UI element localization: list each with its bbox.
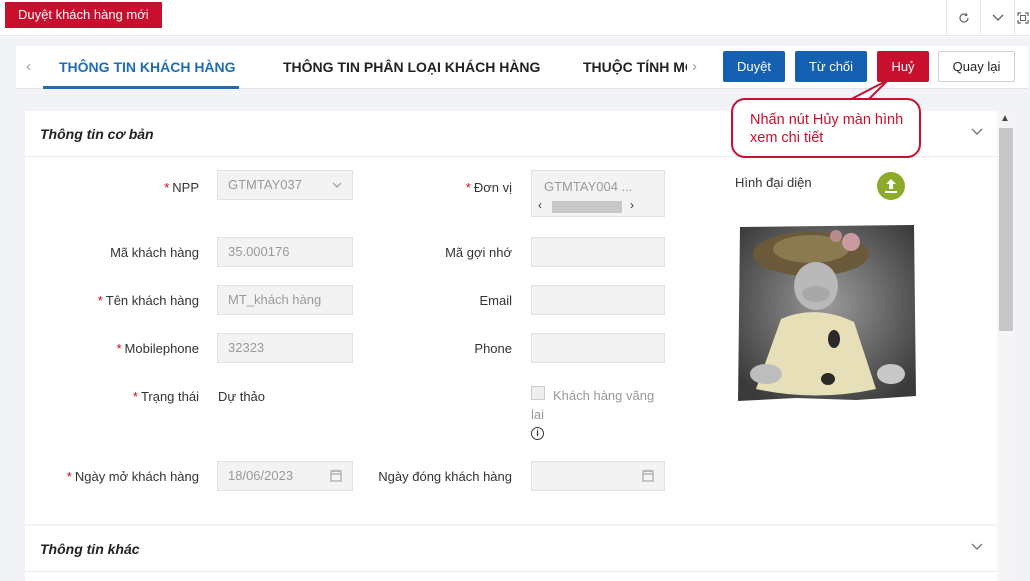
npp-label: * NPP bbox=[164, 180, 199, 195]
customer-form-card: Thông tin cơ bản * NPP GTMTAY037 * Đơn vị … bbox=[25, 111, 997, 581]
scrollbar-thumb[interactable] bbox=[999, 128, 1013, 331]
email-label: Email bbox=[479, 293, 512, 308]
mobile-label: * Mobilephone bbox=[116, 341, 199, 356]
other-info-header[interactable]: Thông tin khác bbox=[25, 526, 997, 572]
ma-goi-nho-label: Mã gợi nhớ bbox=[445, 245, 512, 260]
refresh-icon[interactable] bbox=[946, 0, 980, 36]
mobile-field[interactable]: 32323 bbox=[217, 333, 353, 363]
ma-goi-nho-field[interactable] bbox=[531, 237, 665, 267]
info-icon[interactable]: i bbox=[531, 427, 544, 440]
top-bar: Duyệt khách hàng mới bbox=[0, 0, 1030, 36]
ngay-mo-label: * Ngày mở khách hàng bbox=[66, 469, 199, 484]
maximize-icon[interactable] bbox=[1014, 0, 1030, 36]
trang-thai-value: Dự thảo bbox=[218, 389, 266, 404]
chevron-down-icon[interactable] bbox=[980, 0, 1014, 36]
chevron-down-icon bbox=[332, 171, 342, 199]
ten-kh-label: * Tên khách hàng bbox=[97, 293, 199, 308]
tab-scroll-right-icon[interactable]: › bbox=[692, 58, 697, 75]
callout-text: Nhấn nút Hủy màn hình xem chi tiết bbox=[750, 112, 904, 146]
active-tab-indicator bbox=[43, 86, 239, 89]
ngay-dong-label: Ngày đóng khách hàng bbox=[378, 469, 512, 484]
ngay-dong-field[interactable] bbox=[531, 461, 665, 491]
email-field[interactable] bbox=[531, 285, 665, 315]
don-vi-scrollbar[interactable]: ‹ › bbox=[536, 198, 642, 214]
tab-extended-attributes[interactable]: THUỘC TÍNH MỞ bbox=[583, 59, 687, 75]
basic-info-title: Thông tin cơ bản bbox=[40, 126, 154, 142]
scroll-left-icon[interactable]: ‹ bbox=[538, 198, 542, 212]
scroll-right-icon[interactable]: › bbox=[630, 198, 634, 212]
ngay-mo-field[interactable]: 18/06/2023 bbox=[217, 461, 353, 491]
tab-customer-classification[interactable]: THÔNG TIN PHÂN LOẠI KHÁCH HÀNG bbox=[283, 59, 540, 75]
avatar-label: Hình đại diện bbox=[735, 175, 812, 190]
tab-customer-info[interactable]: THÔNG TIN KHÁCH HÀNG bbox=[59, 59, 236, 75]
npp-select[interactable]: GTMTAY037 bbox=[217, 170, 353, 200]
ten-kh-field[interactable]: MT_khách hàng bbox=[217, 285, 353, 315]
approve-button[interactable]: Duyệt bbox=[723, 51, 785, 82]
scrollbar-thumb[interactable] bbox=[552, 201, 622, 213]
other-info-title: Thông tin khác bbox=[40, 541, 140, 557]
chevron-down-icon[interactable] bbox=[971, 123, 983, 139]
don-vi-label: * Đơn vị bbox=[465, 180, 512, 195]
phone-label: Phone bbox=[474, 341, 512, 356]
don-vi-field[interactable]: GTMTAY004 ... ‹ › bbox=[531, 170, 665, 217]
tab-scroll-left-icon[interactable]: ‹ bbox=[26, 58, 31, 75]
scroll-up-icon[interactable]: ▲ bbox=[1000, 113, 1010, 124]
chevron-down-icon[interactable] bbox=[971, 538, 983, 554]
upload-icon[interactable] bbox=[877, 172, 905, 200]
ma-kh-label: Mã khách hàng bbox=[110, 245, 199, 260]
window-title: Duyệt khách hàng mới bbox=[5, 2, 162, 28]
window-actions bbox=[946, 0, 1030, 36]
calendar-icon[interactable] bbox=[642, 462, 654, 490]
vertical-scrollbar[interactable]: ▲ bbox=[997, 111, 1015, 581]
back-button[interactable]: Quay lại bbox=[938, 51, 1015, 82]
vang-lai-label: Khách hàng vãng lai bbox=[531, 388, 655, 422]
ma-kh-field[interactable]: 35.000176 bbox=[217, 237, 353, 267]
avatar-image bbox=[736, 224, 917, 402]
calendar-icon[interactable] bbox=[330, 462, 342, 490]
trang-thai-label: * Trạng thái bbox=[132, 389, 199, 404]
phone-field[interactable] bbox=[531, 333, 665, 363]
annotation-callout: Nhấn nút Hủy màn hình xem chi tiết bbox=[731, 98, 921, 158]
